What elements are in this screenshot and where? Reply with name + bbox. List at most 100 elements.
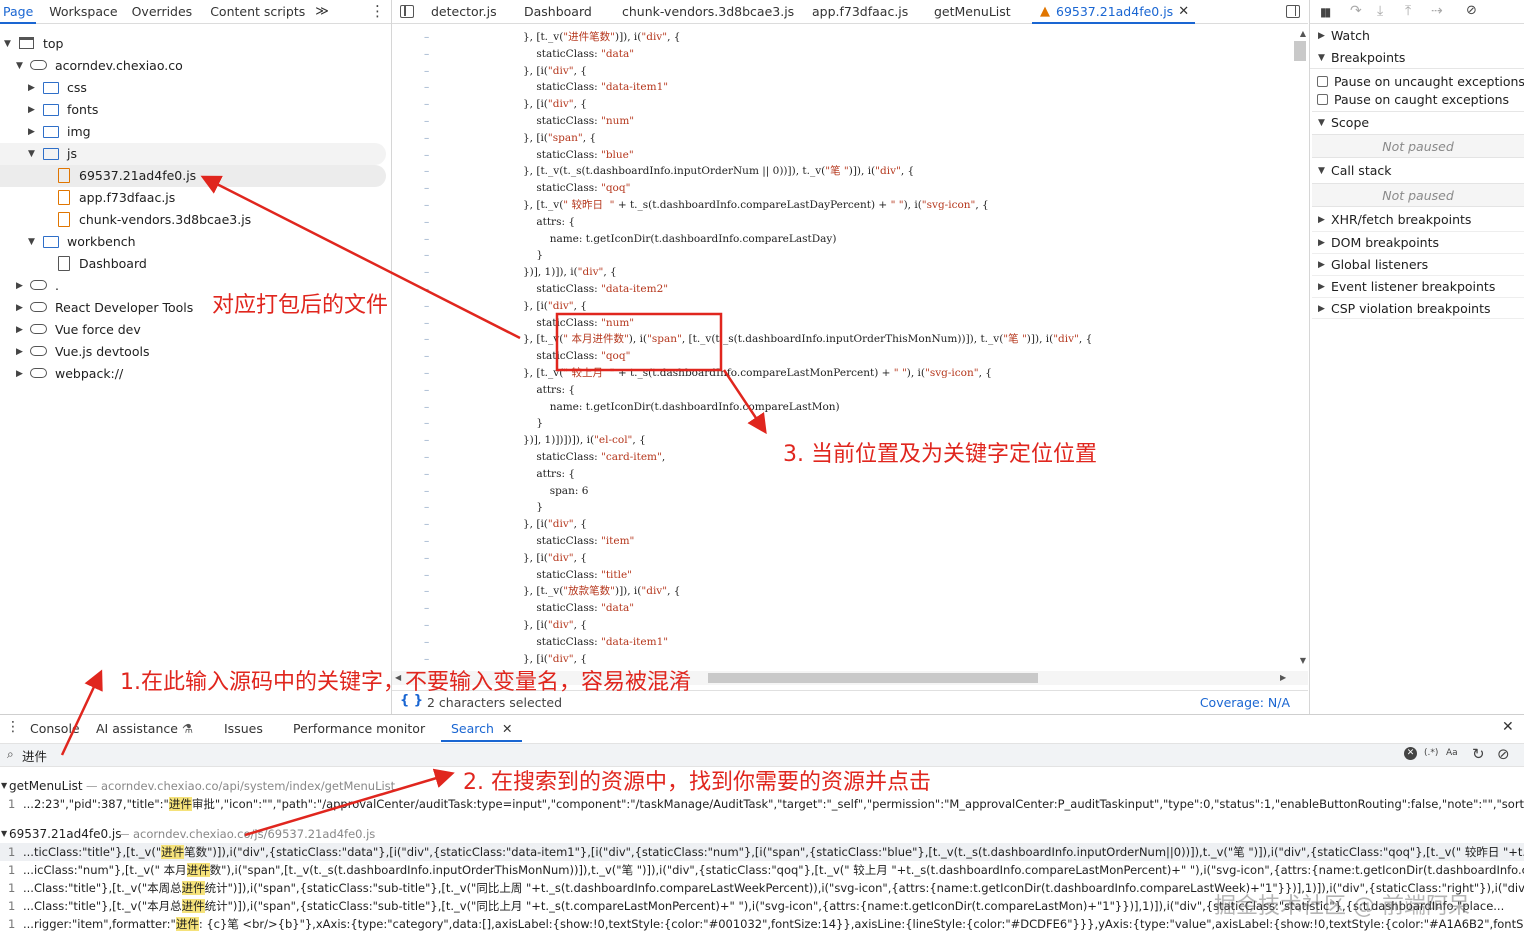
section-watch[interactable]: ▶ Watch <box>1312 25 1524 47</box>
close-tab-icon[interactable]: ✕ <box>1178 0 1189 24</box>
tab-search[interactable]: Search ✕ <box>441 716 523 742</box>
expand-arrow-icon[interactable]: ▼ <box>1318 112 1325 134</box>
tab-console[interactable]: Console <box>30 716 80 742</box>
section-breakpoints[interactable]: ▼ Breakpoints <box>1312 47 1524 69</box>
line-marker[interactable]: – <box>424 79 429 96</box>
line-marker[interactable]: – <box>424 231 429 248</box>
line-marker[interactable]: – <box>424 29 429 46</box>
step-over-icon[interactable]: ↷ <box>1350 3 1362 19</box>
horizontal-scrollbar-thumb[interactable] <box>708 673 1038 683</box>
code-line[interactable]: –}, [i("div", { <box>392 96 1292 113</box>
expand-arrow-icon[interactable]: ▼ <box>1 777 7 795</box>
tree-item-workbench[interactable]: ▼ workbench <box>0 231 390 253</box>
line-marker[interactable]: – <box>424 533 429 550</box>
code-line[interactable]: –}, [t._v(" 本月进件数"), i("span", [t._v(t._… <box>392 331 1292 348</box>
search-input[interactable] <box>22 746 1392 765</box>
vertical-scrollbar-thumb[interactable] <box>1294 41 1306 61</box>
section-xhr[interactable]: ▶ XHR/fetch breakpoints <box>1312 209 1524 231</box>
line-marker[interactable]: – <box>424 163 429 180</box>
clear-search-icon[interactable]: ✕ <box>1404 747 1417 760</box>
tab-ai-assistance[interactable]: AI assistance ⚗ <box>96 716 193 742</box>
editor-tab[interactable]: chunk-vendors.3d8bcae3.js <box>613 0 803 24</box>
tree-item-fonts[interactable]: ▶ fonts <box>0 99 390 121</box>
line-marker[interactable]: – <box>424 432 429 449</box>
line-marker[interactable]: – <box>424 567 429 584</box>
code-line[interactable]: – staticClass: "data-item2" <box>392 281 1292 298</box>
code-line[interactable]: –}, [i("div", { <box>392 63 1292 80</box>
result-group-header[interactable]: ▼ 69537.21ad4fe0.js — acorndev.chexiao.c… <box>0 825 1524 843</box>
code-line[interactable]: –}, [i("span", { <box>392 130 1292 147</box>
line-marker[interactable]: – <box>424 281 429 298</box>
toggle-debugger-icon[interactable] <box>1286 5 1300 18</box>
expand-arrow-icon[interactable]: ▶ <box>16 363 23 385</box>
section-scope[interactable]: ▼ Scope <box>1312 111 1524 133</box>
line-marker[interactable]: – <box>424 315 429 332</box>
tree-item-top[interactable]: ▼ top <box>0 33 390 55</box>
editor-tab[interactable]: Dashboard <box>515 0 601 24</box>
code-line[interactable]: – } <box>392 247 1292 264</box>
expand-arrow-icon[interactable]: ▼ <box>28 231 35 253</box>
line-marker[interactable]: – <box>424 550 429 567</box>
line-marker[interactable]: – <box>424 348 429 365</box>
toggle-navigator-icon[interactable] <box>400 5 414 18</box>
expand-arrow-icon[interactable]: ▶ <box>28 99 35 121</box>
expand-arrow-icon[interactable]: ▶ <box>28 121 35 143</box>
code-line[interactable]: –}, [t._v(" 较上月 " + t._s(t.dashboardInfo… <box>392 365 1292 382</box>
code-line[interactable]: – staticClass: "blue" <box>392 147 1292 164</box>
section-csp[interactable]: ▶ CSP violation breakpoints <box>1312 297 1524 319</box>
expand-arrow-icon[interactable]: ▼ <box>4 33 11 55</box>
checkbox-icon[interactable] <box>1317 94 1328 105</box>
close-drawer-icon[interactable]: ✕ <box>1502 719 1514 735</box>
code-line[interactable]: – span: 6 <box>392 483 1292 500</box>
section-event[interactable]: ▶ Event listener breakpoints <box>1312 275 1524 297</box>
tab-page[interactable]: Page <box>0 0 37 24</box>
code-line[interactable]: – staticClass: "data-item1" <box>392 79 1292 96</box>
expand-arrow-icon[interactable]: ▼ <box>1318 47 1325 69</box>
tree-item-file[interactable]: chunk-vendors.3d8bcae3.js <box>0 209 390 231</box>
code-line[interactable]: – staticClass: "title" <box>392 567 1292 584</box>
line-marker[interactable]: – <box>424 466 429 483</box>
tab-content-scripts[interactable]: Content scripts <box>201 0 309 24</box>
expand-arrow-icon[interactable]: ▶ <box>1318 276 1325 298</box>
tree-item-webpack[interactable]: ▶ webpack:// <box>0 363 390 385</box>
tab-issues[interactable]: Issues <box>224 716 263 742</box>
expand-arrow-icon[interactable]: ▼ <box>16 55 23 77</box>
expand-arrow-icon[interactable]: ▶ <box>16 319 23 341</box>
code-line[interactable]: – attrs: { <box>392 466 1292 483</box>
scroll-down-icon[interactable]: ▼ <box>1300 656 1306 665</box>
code-line[interactable]: –}, [i("div", { <box>392 550 1292 567</box>
editor-tab[interactable]: app.f73dfaac.js <box>803 0 917 24</box>
expand-arrow-icon[interactable]: ▶ <box>1318 298 1325 320</box>
tree-item-dashboard[interactable]: Dashboard <box>0 253 390 275</box>
deactivate-breakpoints-icon[interactable]: ⊘ <box>1466 3 1477 18</box>
line-marker[interactable]: – <box>424 600 429 617</box>
line-marker[interactable]: – <box>424 197 429 214</box>
line-marker[interactable]: – <box>424 298 429 315</box>
line-marker[interactable]: – <box>424 130 429 147</box>
kebab-menu-icon[interactable]: ⋮ <box>370 2 385 20</box>
tree-item-img[interactable]: ▶ img <box>0 121 390 143</box>
code-line[interactable]: – staticClass: "data" <box>392 46 1292 63</box>
code-line[interactable]: – staticClass: "qoq" <box>392 348 1292 365</box>
tab-workspace[interactable]: Workspace <box>36 0 122 24</box>
line-marker[interactable]: – <box>424 113 429 130</box>
line-marker[interactable]: – <box>424 214 429 231</box>
code-line[interactable]: –}, [i("div", { <box>392 617 1292 634</box>
expand-arrow-icon[interactable]: ▼ <box>28 143 35 165</box>
tab-performance-monitor[interactable]: Performance monitor <box>293 716 425 742</box>
drawer-menu-icon[interactable]: ⋮ <box>6 719 20 735</box>
code-line[interactable]: – staticClass: "num" <box>392 315 1292 332</box>
line-marker[interactable]: – <box>424 499 429 516</box>
tab-overrides[interactable]: Overrides <box>123 0 202 24</box>
code-line[interactable]: –})], 1)]), i("div", { <box>392 264 1292 281</box>
code-line[interactable]: –}, [i("div", { <box>392 298 1292 315</box>
line-marker[interactable]: – <box>424 180 429 197</box>
editor-tab[interactable]: detector.js <box>422 0 506 24</box>
pause-icon[interactable]: ▮▮ <box>1320 5 1331 19</box>
tree-item-vuejs[interactable]: ▶ Vue.js devtools <box>0 341 390 363</box>
splitter[interactable] <box>1309 0 1310 714</box>
code-line[interactable]: – staticClass: "num" <box>392 113 1292 130</box>
checkbox-icon[interactable] <box>1317 76 1328 87</box>
expand-arrow-icon[interactable]: ▶ <box>1318 25 1325 47</box>
expand-arrow-icon[interactable]: ▼ <box>1318 160 1325 182</box>
